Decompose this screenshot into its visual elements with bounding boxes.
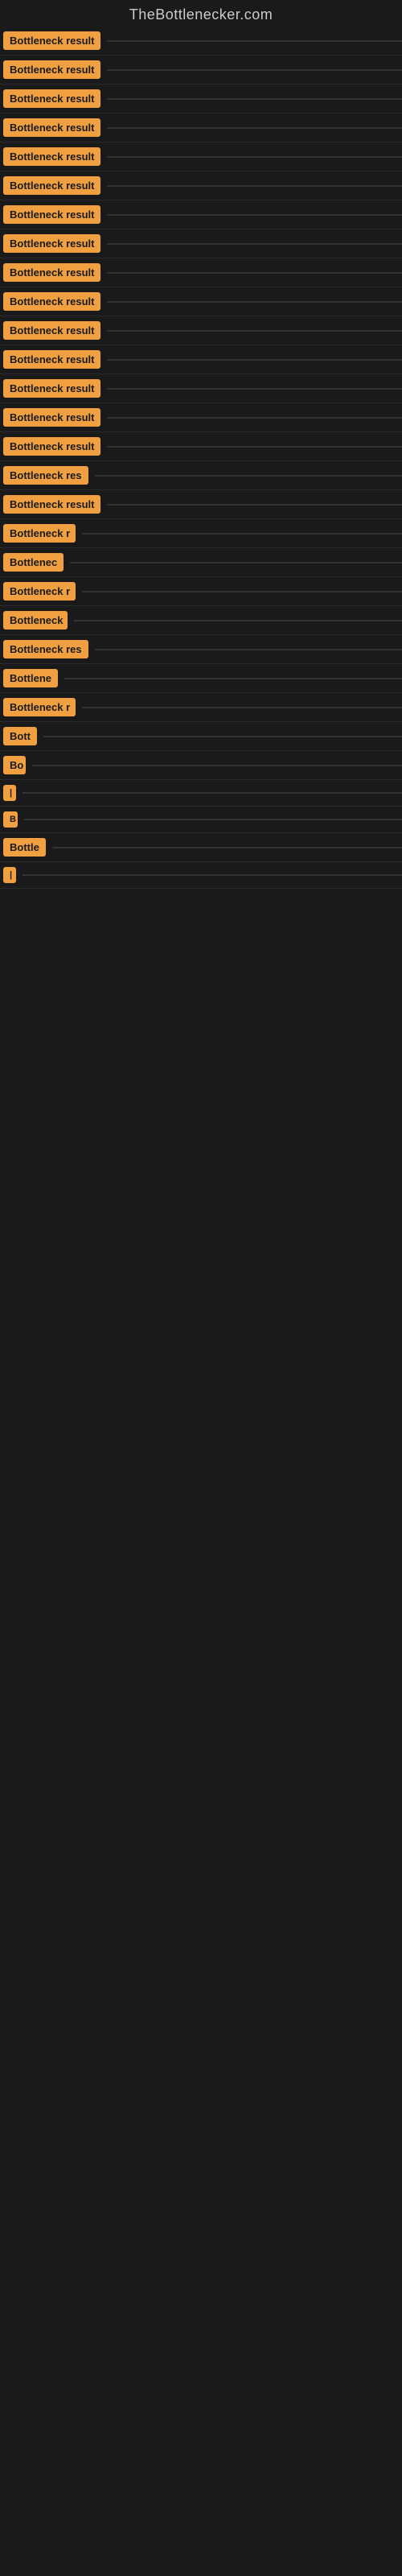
result-line bbox=[82, 533, 402, 535]
list-item: Bottleneck res bbox=[0, 635, 402, 664]
list-item: Bottleneck result bbox=[0, 374, 402, 403]
list-item: Bo bbox=[0, 751, 402, 780]
bottleneck-badge[interactable]: Bottlenec bbox=[3, 553, 64, 572]
result-line bbox=[70, 562, 402, 564]
bottleneck-badge[interactable]: Bo bbox=[3, 756, 26, 774]
result-line bbox=[107, 301, 402, 303]
result-line bbox=[107, 359, 402, 361]
result-line bbox=[107, 243, 402, 245]
bottleneck-badge[interactable]: Bottleneck result bbox=[3, 263, 100, 282]
list-item: Bottleneck result bbox=[0, 403, 402, 432]
list-item: Bottleneck result bbox=[0, 229, 402, 258]
result-line bbox=[74, 620, 402, 621]
bottleneck-badge[interactable]: Bottleneck r bbox=[3, 582, 76, 601]
list-item: Bottleneck res bbox=[0, 461, 402, 490]
result-line bbox=[107, 127, 402, 129]
list-item: Bottleneck result bbox=[0, 27, 402, 56]
result-line bbox=[107, 156, 402, 158]
bottleneck-badge[interactable]: Bottleneck result bbox=[3, 495, 100, 514]
result-line bbox=[23, 792, 402, 794]
list-item: Bottlene bbox=[0, 664, 402, 693]
bottleneck-badge[interactable]: Bottleneck res bbox=[3, 640, 88, 658]
bottleneck-badge[interactable]: Bottleneck res bbox=[3, 466, 88, 485]
bottleneck-badge[interactable]: Bottleneck result bbox=[3, 31, 100, 50]
list-item: Bottleneck r bbox=[0, 577, 402, 606]
list-item: Bottleneck result bbox=[0, 142, 402, 171]
result-line bbox=[107, 330, 402, 332]
bottleneck-badge[interactable]: Bottleneck result bbox=[3, 118, 100, 137]
bottleneck-badge[interactable]: Bottleneck r bbox=[3, 524, 76, 543]
bottleneck-badge[interactable]: Bottleneck result bbox=[3, 379, 100, 398]
result-line bbox=[64, 678, 402, 679]
list-item: Bottleneck result bbox=[0, 345, 402, 374]
result-line bbox=[107, 214, 402, 216]
bottleneck-badge[interactable]: Bottleneck bbox=[3, 611, 68, 630]
result-line bbox=[107, 185, 402, 187]
list-item: Bottleneck result bbox=[0, 258, 402, 287]
list-item: Bottleneck r bbox=[0, 519, 402, 548]
bottleneck-badge[interactable]: Bottleneck result bbox=[3, 176, 100, 195]
result-line bbox=[107, 504, 402, 506]
bottleneck-badge[interactable]: Bottlene bbox=[3, 669, 58, 687]
result-line bbox=[95, 475, 402, 477]
list-item: Bottlenec bbox=[0, 548, 402, 577]
list-item: Bottleneck result bbox=[0, 200, 402, 229]
result-line bbox=[107, 98, 402, 100]
list-item: Bottleneck result bbox=[0, 432, 402, 461]
list-item: Bottleneck result bbox=[0, 171, 402, 200]
result-line bbox=[107, 69, 402, 71]
result-line bbox=[107, 388, 402, 390]
bottleneck-badge[interactable]: Bottleneck result bbox=[3, 60, 100, 79]
result-line bbox=[82, 707, 402, 708]
bottleneck-badge[interactable]: | bbox=[3, 867, 16, 883]
list-item: | bbox=[0, 780, 402, 807]
bottleneck-badge[interactable]: Bottleneck result bbox=[3, 89, 100, 108]
list-item: Bottleneck result bbox=[0, 85, 402, 114]
bottleneck-badge[interactable]: Bottleneck result bbox=[3, 437, 100, 456]
result-line bbox=[82, 591, 402, 592]
list-item: Bottleneck bbox=[0, 606, 402, 635]
list-item: Bott bbox=[0, 722, 402, 751]
bottleneck-badge[interactable]: Bottleneck result bbox=[3, 408, 100, 427]
list-item: Bottleneck result bbox=[0, 287, 402, 316]
bottleneck-badge[interactable]: Bott bbox=[3, 727, 37, 745]
results-list: Bottleneck result Bottleneck result Bottle… bbox=[0, 27, 402, 889]
bottleneck-badge[interactable]: B bbox=[3, 811, 18, 828]
bottleneck-badge[interactable]: Bottleneck result bbox=[3, 147, 100, 166]
list-item: Bottleneck result bbox=[0, 114, 402, 142]
bottleneck-badge[interactable]: Bottleneck result bbox=[3, 350, 100, 369]
result-line bbox=[32, 765, 402, 766]
list-item: B bbox=[0, 807, 402, 833]
result-line bbox=[107, 417, 402, 419]
bottleneck-badge[interactable]: Bottleneck result bbox=[3, 321, 100, 340]
list-item: Bottleneck result bbox=[0, 490, 402, 519]
result-line bbox=[43, 736, 402, 737]
list-item: | bbox=[0, 862, 402, 889]
list-item: Bottleneck result bbox=[0, 316, 402, 345]
result-line bbox=[52, 847, 402, 848]
list-item: Bottle bbox=[0, 833, 402, 862]
result-line bbox=[107, 446, 402, 448]
site-title: TheBottlenecker.com bbox=[0, 0, 402, 27]
result-line bbox=[23, 874, 402, 876]
bottleneck-badge[interactable]: Bottle bbox=[3, 838, 46, 857]
result-line bbox=[95, 649, 402, 650]
bottleneck-badge[interactable]: Bottleneck result bbox=[3, 292, 100, 311]
list-item: Bottleneck result bbox=[0, 56, 402, 85]
result-line bbox=[107, 40, 402, 42]
bottleneck-badge[interactable]: | bbox=[3, 785, 16, 801]
list-item: Bottleneck r bbox=[0, 693, 402, 722]
bottleneck-badge[interactable]: Bottleneck r bbox=[3, 698, 76, 716]
result-line bbox=[24, 819, 402, 820]
bottleneck-badge[interactable]: Bottleneck result bbox=[3, 234, 100, 253]
result-line bbox=[107, 272, 402, 274]
bottleneck-badge[interactable]: Bottleneck result bbox=[3, 205, 100, 224]
